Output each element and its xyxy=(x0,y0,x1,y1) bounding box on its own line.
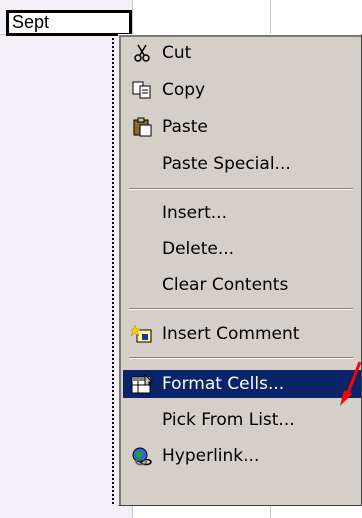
menu-item-insert[interactable]: Insert... xyxy=(123,199,361,227)
format-cells-icon xyxy=(131,374,153,394)
menu-item-label: Paste Special... xyxy=(162,154,291,174)
menu-separator xyxy=(129,308,353,310)
menu-item-label: Pick From List... xyxy=(162,410,295,430)
comment-icon xyxy=(131,324,152,343)
menu-item-clear-contents[interactable]: Clear Contents xyxy=(123,271,361,299)
context-menu: Cut Copy Paste Paste Special... Insert..… xyxy=(118,34,362,506)
menu-separator xyxy=(129,188,353,190)
menu-item-label: Insert Comment xyxy=(162,324,300,344)
hyperlink-icon xyxy=(132,447,152,466)
menu-item-format-cells[interactable]: Format Cells... xyxy=(123,370,361,398)
menu-item-pick-from-list[interactable]: Pick From List... xyxy=(123,406,361,434)
menu-item-paste[interactable]: Paste xyxy=(123,113,361,141)
menu-item-paste-special[interactable]: Paste Special... xyxy=(123,150,361,178)
menu-item-label: Insert... xyxy=(162,203,227,223)
paste-icon xyxy=(133,117,152,137)
menu-item-insert-comment[interactable]: Insert Comment xyxy=(123,320,361,348)
menu-item-cut[interactable]: Cut xyxy=(123,39,361,67)
menu-item-label: Cut xyxy=(162,43,192,63)
menu-item-label: Delete... xyxy=(162,239,235,259)
scissors-icon xyxy=(134,44,150,62)
copy-icon xyxy=(132,81,151,99)
menu-item-copy[interactable]: Copy xyxy=(123,76,361,104)
menu-item-hyperlink[interactable]: Hyperlink... xyxy=(123,442,361,470)
menu-item-delete[interactable]: Delete... xyxy=(123,235,361,263)
menu-item-label: Hyperlink... xyxy=(162,446,260,466)
menu-item-label: Paste xyxy=(162,117,208,137)
cell-value: Sept xyxy=(12,12,50,32)
menu-separator xyxy=(129,357,353,359)
menu-item-label: Copy xyxy=(162,80,206,100)
copy-marquee xyxy=(112,34,114,504)
red-arrow-pointer xyxy=(340,361,362,406)
menu-item-label: Clear Contents xyxy=(162,275,289,295)
menu-item-label: Format Cells... xyxy=(162,374,285,394)
